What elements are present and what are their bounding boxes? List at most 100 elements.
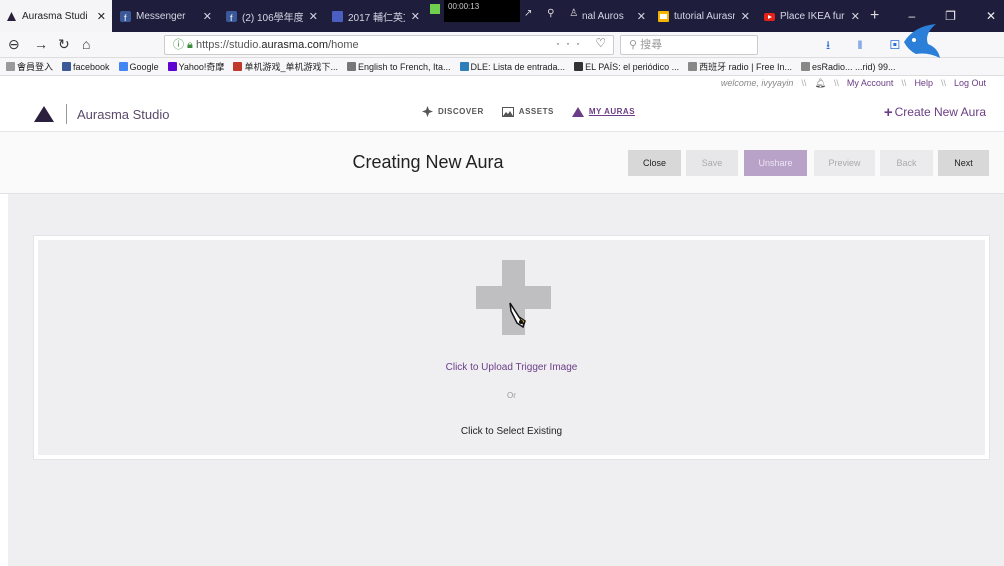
recording-timer-overlay: 00:00:13 bbox=[444, 0, 520, 22]
logo-divider bbox=[66, 104, 67, 124]
tab-close-icon[interactable]: ✕ bbox=[203, 10, 212, 23]
bookmark-item[interactable]: Yahoo!奇摩 bbox=[167, 60, 224, 73]
app-header: Aurasma Studio DISCOVER ASSETS MY AURAS … bbox=[0, 92, 1004, 132]
tab-label: Place IKEA furr bbox=[780, 10, 845, 22]
youtube-icon bbox=[764, 12, 775, 21]
maximize-button[interactable]: ❐ bbox=[945, 9, 956, 23]
select-existing-link[interactable]: Click to Select Existing bbox=[38, 426, 985, 437]
green-square-icon bbox=[430, 4, 440, 14]
separator: \\ bbox=[801, 78, 807, 88]
tab-label: Messenger bbox=[136, 10, 186, 22]
user-bar: welcome, ivyyayin \\ 🔔︎ \\ My Account \\… bbox=[0, 76, 1004, 92]
welcome-text: welcome, ivyyayin bbox=[720, 78, 794, 88]
create-new-aura-button[interactable]: + Create New Aura bbox=[884, 104, 986, 121]
bookmark-item[interactable]: 西班牙 radio | Free In... bbox=[688, 60, 792, 73]
back-arrow-icon[interactable]: ⊖ bbox=[8, 36, 20, 53]
tab-close-icon[interactable]: ✕ bbox=[97, 10, 106, 23]
search-placeholder: 搜尋 bbox=[640, 39, 663, 51]
facebook-icon: f bbox=[226, 10, 237, 22]
navigation-toolbar: ⊖ → ↻ ⌂ ⓘ 🔒︎ https://studio.aurasma.com/… bbox=[0, 32, 1004, 58]
bookmark-item[interactable]: facebook bbox=[62, 61, 110, 72]
close-button[interactable]: Close bbox=[628, 150, 681, 176]
address-bar[interactable]: ⓘ 🔒︎ https://studio.aurasma.com/home bbox=[164, 35, 614, 55]
bird-overlay-icon bbox=[904, 24, 940, 58]
image-icon bbox=[501, 106, 514, 117]
unshare-button[interactable]: Unshare bbox=[744, 150, 807, 176]
main-nav: DISCOVER ASSETS MY AURAS bbox=[422, 106, 635, 117]
bookmark-item[interactable]: 會員登入 bbox=[6, 60, 53, 73]
tab-tutorial-aurasma[interactable]: tutorial Aurasm ✕ bbox=[652, 0, 756, 32]
create-new-aura-label: Create New Aura bbox=[894, 105, 986, 119]
bookmark-item[interactable]: esRadio... ...rid) 99... bbox=[801, 61, 896, 72]
url-scheme: https://studio. bbox=[195, 39, 262, 51]
save-button[interactable]: Save bbox=[686, 150, 738, 176]
upload-trigger-image-link[interactable]: Click to Upload Trigger Image bbox=[38, 362, 985, 373]
aurasma-logo-icon bbox=[34, 106, 54, 122]
new-tab-button[interactable]: + bbox=[870, 0, 879, 32]
home-icon[interactable]: ⌂ bbox=[82, 36, 90, 52]
tab-place-ikea[interactable]: Place IKEA furr ✕ bbox=[758, 0, 866, 32]
tab-close-icon[interactable]: ✕ bbox=[411, 10, 420, 23]
screen: Aurasma Studi ✕ f Messenger ✕ f (2) 106學… bbox=[0, 0, 1004, 566]
tab-messenger[interactable]: f Messenger ✕ bbox=[114, 0, 218, 32]
nav-assets-label: ASSETS bbox=[518, 107, 554, 116]
search-input[interactable]: ⚲ 搜尋 bbox=[620, 35, 758, 55]
recording-timer: 00:00:13 bbox=[448, 2, 480, 11]
tab-label: tutorial Aurasm bbox=[674, 10, 735, 22]
tab-label: nal Auros bbox=[582, 10, 624, 22]
bookmark-item[interactable]: Google bbox=[118, 61, 159, 72]
tab-close-icon[interactable]: ✕ bbox=[851, 10, 860, 23]
bookmark-item[interactable]: 单机游戏_单机游戏下... bbox=[233, 60, 338, 73]
bookmark-item[interactable]: English to French, Ita... bbox=[346, 61, 451, 72]
forward-arrow-icon[interactable]: → bbox=[34, 36, 48, 52]
close-window-button[interactable]: ✕ bbox=[986, 9, 996, 23]
aurasma-logo-icon bbox=[7, 11, 16, 21]
back-button[interactable]: Back bbox=[880, 150, 933, 176]
minimize-button[interactable]: – bbox=[908, 9, 915, 23]
bookmark-item[interactable]: EL PAÍS: el periódico ... bbox=[574, 61, 679, 72]
logo-text: Aurasma Studio bbox=[77, 106, 170, 122]
plus-icon: + bbox=[883, 104, 893, 121]
bookmark-item[interactable]: DLE: Lista de entrada... bbox=[459, 61, 565, 72]
nav-assets[interactable]: ASSETS bbox=[501, 106, 554, 117]
next-button[interactable]: Next bbox=[938, 150, 989, 176]
separator: \\ bbox=[940, 78, 946, 88]
tab-label: 2017 輔仁英文 bbox=[348, 12, 405, 24]
tab-close-icon[interactable]: ✕ bbox=[741, 10, 750, 23]
trigger-upload-area[interactable]: Click to Upload Trigger Image Or Click t… bbox=[34, 236, 989, 459]
or-text: Or bbox=[507, 391, 516, 400]
tab-close-icon[interactable]: ✕ bbox=[309, 10, 318, 23]
my-account-link[interactable]: My Account bbox=[847, 78, 894, 89]
tab-final-aurosma[interactable]: nal Auros ✕ bbox=[576, 0, 652, 32]
preview-button[interactable]: Preview bbox=[814, 150, 875, 176]
tab-facebook-106[interactable]: f (2) 106學年度 ✕ bbox=[220, 0, 324, 32]
aura-title-bar: Creating New Aura Close Save Unshare Pre… bbox=[0, 132, 1004, 194]
url-path: /home bbox=[328, 39, 359, 51]
search-icon: ⚲ bbox=[629, 39, 641, 51]
help-link[interactable]: Help bbox=[914, 78, 933, 89]
separator: \\ bbox=[833, 78, 839, 88]
tab-close-icon[interactable]: ✕ bbox=[637, 10, 646, 23]
aurasma-logo-icon bbox=[571, 106, 584, 117]
logout-link[interactable]: Log Out bbox=[954, 78, 986, 89]
nav-discover-label: DISCOVER bbox=[438, 107, 484, 116]
pen-cursor-icon bbox=[509, 302, 526, 329]
notification-bell-icon[interactable]: 🔔︎ bbox=[814, 78, 825, 89]
tab-label: (2) 106學年度 bbox=[242, 12, 303, 24]
aurasma-logo[interactable]: Aurasma Studio bbox=[34, 104, 170, 124]
slides-icon bbox=[658, 10, 669, 22]
browser-tab-bar: Aurasma Studi ✕ f Messenger ✕ f (2) 106學… bbox=[0, 0, 1004, 32]
tab-2017-english[interactable]: 2017 輔仁英文 ✕ bbox=[326, 0, 426, 32]
url-host: aurasma.com bbox=[261, 39, 329, 51]
lock-icon: ⓘ 🔒︎ bbox=[173, 39, 196, 51]
facebook-icon: f bbox=[120, 10, 131, 22]
tab-aurasma-studio[interactable]: Aurasma Studi ✕ bbox=[0, 0, 112, 32]
compass-icon bbox=[422, 106, 433, 117]
reload-icon[interactable]: ↻ bbox=[58, 36, 70, 53]
tab-label: Aurasma Studi bbox=[22, 10, 88, 22]
nav-discover[interactable]: DISCOVER bbox=[422, 106, 484, 117]
nav-my-auras[interactable]: MY AURAS bbox=[571, 106, 636, 117]
nav-my-auras-label: MY AURAS bbox=[588, 107, 636, 116]
separator: \\ bbox=[901, 78, 907, 88]
bookmarks-bar: 會員登入 facebook Google Yahoo!奇摩 单机游戏_单机游戏下… bbox=[0, 58, 1004, 76]
